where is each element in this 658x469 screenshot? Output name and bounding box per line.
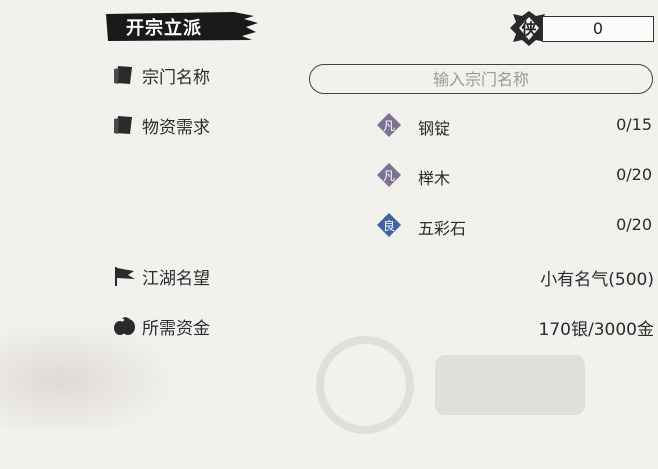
watermark-logo <box>316 336 585 434</box>
material-row[interactable]: 凡 榉木 0/20 <box>376 162 652 188</box>
material-name: 钢锭 <box>418 119 451 138</box>
material-name: 榉木 <box>418 169 451 188</box>
page-title: 开宗立派 <box>126 18 202 39</box>
reputation-label: 江湖名望 <box>142 268 210 289</box>
title-banner: 开宗立派 <box>104 10 258 42</box>
sect-name-label-row: 宗门名称 <box>112 63 210 88</box>
funds-value: 170银/3000金 <box>538 320 654 340</box>
grade-diamond-icon: 良 <box>377 213 401 237</box>
flag-icon <box>115 267 135 286</box>
scroll-icon <box>114 116 132 134</box>
material-row[interactable]: 良 五彩石 0/20 <box>376 212 652 238</box>
grade-char: 良 <box>383 218 395 233</box>
material-count: 0/20 <box>616 165 652 184</box>
funds-label-row: 所需资金 <box>112 314 210 339</box>
grade-char: 凡 <box>383 169 395 183</box>
materials-label: 物资需求 <box>142 117 210 138</box>
xia-char: 侠 <box>521 20 537 38</box>
sect-name-label: 宗门名称 <box>142 67 210 88</box>
material-count: 0/15 <box>616 115 652 134</box>
grade-char: 凡 <box>383 119 395 133</box>
grade-diamond-icon: 凡 <box>377 113 401 137</box>
scroll-icon <box>114 66 132 84</box>
money-bag-icon <box>114 317 135 335</box>
materials-label-row: 物资需求 <box>112 113 210 138</box>
sect-name-input[interactable] <box>309 64 653 94</box>
counter-value: 0 <box>542 16 654 42</box>
material-count: 0/20 <box>616 215 652 234</box>
material-name: 五彩石 <box>418 219 467 238</box>
grade-diamond-icon: 凡 <box>377 163 401 187</box>
material-row[interactable]: 凡 钢锭 0/15 <box>376 112 652 138</box>
reputation-label-row: 江湖名望 <box>112 264 210 289</box>
reputation-value: 小有名气(500) <box>540 270 654 290</box>
funds-label: 所需资金 <box>142 318 210 339</box>
